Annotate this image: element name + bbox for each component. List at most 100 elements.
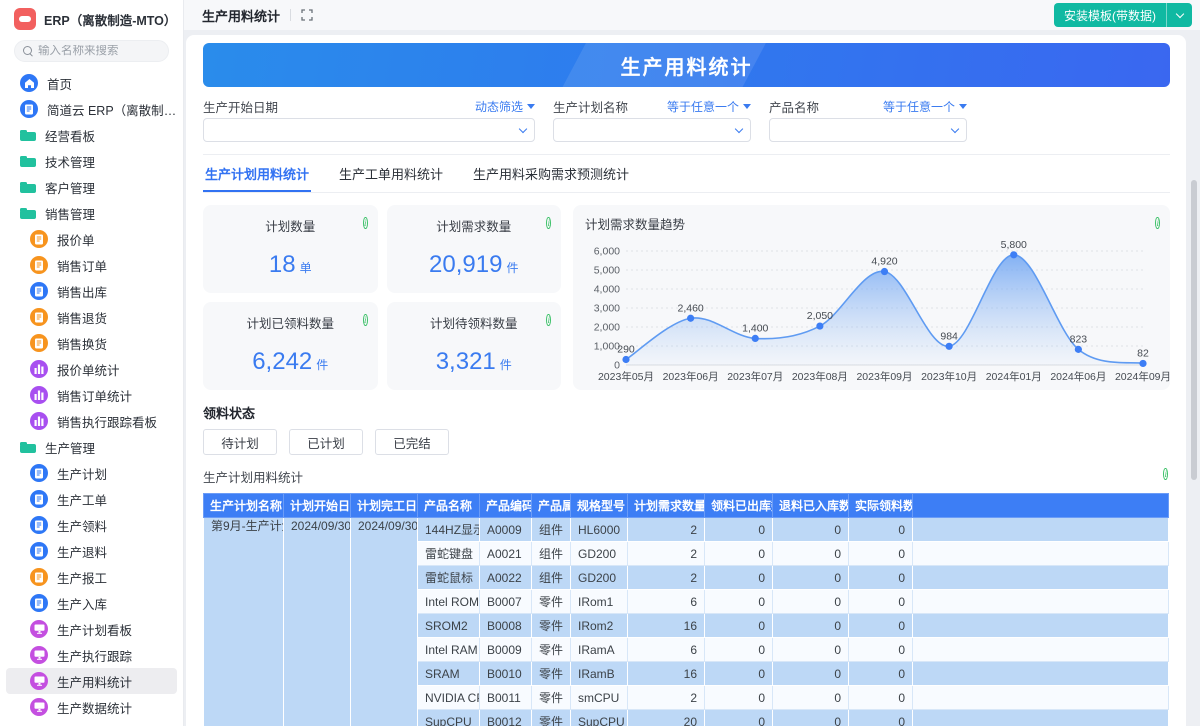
sidebar-item-客户管理[interactable]: 客户管理: [6, 174, 177, 200]
cell: 零件: [532, 710, 571, 726]
sidebar-item-销售订单[interactable]: 销售订单: [6, 252, 177, 278]
sidebar-item-生产用料统计[interactable]: 生产用料统计: [6, 668, 177, 694]
filter-operator[interactable]: 等于任意一个: [883, 98, 967, 115]
filter-input[interactable]: [562, 123, 736, 137]
cell-filler: [913, 662, 1169, 686]
info-icon[interactable]: i: [546, 311, 551, 326]
material-stats-table: 生产计划名称计划开始日期计划完工日期产品名称产品编码产品属性规格型号计划需求数量…: [203, 493, 1169, 726]
cell: 0: [705, 686, 773, 710]
sidebar-item-报价单统计[interactable]: 报价单统计: [6, 356, 177, 382]
column-header-退料已入库数量: 退料已入库数量: [773, 494, 849, 518]
sidebar-item-销售执行跟踪看板[interactable]: 销售执行跟踪看板: [6, 408, 177, 434]
status-button-已完结[interactable]: 已完结: [375, 429, 449, 455]
sidebar-item-生产工单[interactable]: 生产工单: [6, 486, 177, 512]
sidebar-item-label: 生产用料统计: [57, 672, 132, 691]
folder-icon: [20, 152, 36, 170]
sidebar-item-label: 客户管理: [45, 178, 95, 197]
sidebar-search[interactable]: [14, 40, 169, 62]
cell: 0: [705, 518, 773, 542]
window-scrollbar[interactable]: [1191, 180, 1197, 480]
sidebar-item-技术管理[interactable]: 技术管理: [6, 148, 177, 174]
status-button-待计划[interactable]: 待计划: [203, 429, 277, 455]
sidebar-item-生产数据统计[interactable]: 生产数据统计: [6, 694, 177, 720]
sidebar-item-生产入库[interactable]: 生产入库: [6, 590, 177, 616]
cell: B0007: [480, 590, 532, 614]
sidebar-item-销售订单统计[interactable]: 销售订单统计: [6, 382, 177, 408]
cell: 0: [705, 638, 773, 662]
sidebar-item-label: 生产退料: [57, 542, 107, 561]
table-row[interactable]: 第9月-生产计划2024.9A012024/09/302024/09/30144…: [204, 518, 1169, 542]
filter-operator[interactable]: 等于任意一个: [667, 98, 751, 115]
filter-select[interactable]: [203, 118, 535, 142]
svg-text:1,400: 1,400: [742, 322, 768, 334]
tab-生产工单用料统计[interactable]: 生产工单用料统计: [337, 155, 445, 192]
cell: 2: [628, 518, 705, 542]
tab-生产用料采购需求预测统计[interactable]: 生产用料采购需求预测统计: [471, 155, 631, 192]
info-icon[interactable]: i: [546, 214, 551, 229]
cell: 组件: [532, 518, 571, 542]
sidebar-item-销售管理[interactable]: 销售管理: [6, 200, 177, 226]
cell: 0: [773, 710, 849, 726]
info-icon[interactable]: i: [1155, 214, 1160, 229]
filter-bar: 生产开始日期动态筛选生产计划名称等于任意一个产品名称等于任意一个: [203, 87, 1170, 155]
search-input[interactable]: [38, 45, 160, 57]
sidebar-nav: 首页简道云 ERP（离散制造-MTO）...经营看板技术管理客户管理销售管理报价…: [0, 70, 183, 726]
sidebar-item-生产领料[interactable]: 生产领料: [6, 512, 177, 538]
filter-input[interactable]: [212, 123, 520, 137]
cell: IRamB: [571, 662, 628, 686]
install-template-dropdown[interactable]: [1166, 3, 1192, 27]
sidebar-item-label: 生产执行跟踪: [57, 646, 132, 665]
sidebar-item-生产报工[interactable]: 生产报工: [6, 564, 177, 590]
sidebar-item-经营看板[interactable]: 经营看板: [6, 122, 177, 148]
sidebar-item-生产退料[interactable]: 生产退料: [6, 538, 177, 564]
content-wrap: 生产用料统计 生产开始日期动态筛选生产计划名称等于任意一个产品名称等于任意一个 …: [184, 30, 1200, 726]
tab-生产计划用料统计[interactable]: 生产计划用料统计: [203, 155, 311, 192]
sidebar-item-销售退货[interactable]: 销售退货: [6, 304, 177, 330]
stat-card-title: 计划数量: [203, 216, 378, 235]
workspace-header[interactable]: ERP（离散制造-MTO）: [0, 8, 183, 40]
filter-operator[interactable]: 动态筛选: [475, 98, 535, 115]
cell: 0: [705, 662, 773, 686]
cell: 0: [849, 614, 913, 638]
svg-text:2024年01月: 2024年01月: [986, 370, 1042, 383]
doc-icon: [30, 256, 48, 274]
status-button-已计划[interactable]: 已计划: [289, 429, 363, 455]
cell: 0: [849, 590, 913, 614]
cell: B0011: [480, 686, 532, 710]
sidebar-item-首页[interactable]: 首页: [6, 70, 177, 96]
expand-icon[interactable]: [301, 9, 313, 21]
filter-input[interactable]: [778, 123, 952, 137]
cell: 0: [849, 686, 913, 710]
cell: 0: [849, 638, 913, 662]
cell: 零件: [532, 614, 571, 638]
info-icon[interactable]: i: [363, 311, 368, 326]
info-icon[interactable]: i: [1163, 465, 1168, 480]
sidebar-item-label: 经营看板: [45, 126, 95, 145]
info-icon[interactable]: i: [363, 214, 368, 229]
svg-text:290: 290: [617, 343, 635, 355]
cell: 20: [628, 710, 705, 726]
sidebar-item-报价单[interactable]: 报价单: [6, 226, 177, 252]
cell: 0: [849, 566, 913, 590]
filter-产品名称: 产品名称等于任意一个: [769, 97, 967, 142]
filter-select[interactable]: [769, 118, 967, 142]
chevron-down-icon: [735, 125, 743, 133]
sidebar-item-生产计划看板[interactable]: 生产计划看板: [6, 616, 177, 642]
svg-text:1,000: 1,000: [594, 341, 620, 353]
home-icon: [20, 74, 38, 92]
install-template-button[interactable]: 安装模板(带数据): [1054, 3, 1166, 27]
sidebar-item-销售换货[interactable]: 销售换货: [6, 330, 177, 356]
page-tab-title: 生产用料统计: [202, 6, 280, 25]
svg-text:2023年07月: 2023年07月: [727, 370, 783, 383]
sidebar-item-销售出库[interactable]: 销售出库: [6, 278, 177, 304]
filter-select[interactable]: [553, 118, 751, 142]
sidebar-item-简道云 ERP（离散制造-MTO）...[interactable]: 简道云 ERP（离散制造-MTO）...: [6, 96, 177, 122]
column-header-生产计划名称: 生产计划名称: [204, 494, 284, 518]
svg-text:4,000: 4,000: [594, 284, 620, 296]
sidebar-item-生产管理[interactable]: 生产管理: [6, 434, 177, 460]
column-header-计划完工日期: 计划完工日期: [351, 494, 418, 518]
sidebar-item-生产执行跟踪[interactable]: 生产执行跟踪: [6, 642, 177, 668]
cell: SupCPU: [571, 710, 628, 726]
sidebar-item-生产计划[interactable]: 生产计划: [6, 460, 177, 486]
svg-text:5,800: 5,800: [1001, 239, 1027, 251]
